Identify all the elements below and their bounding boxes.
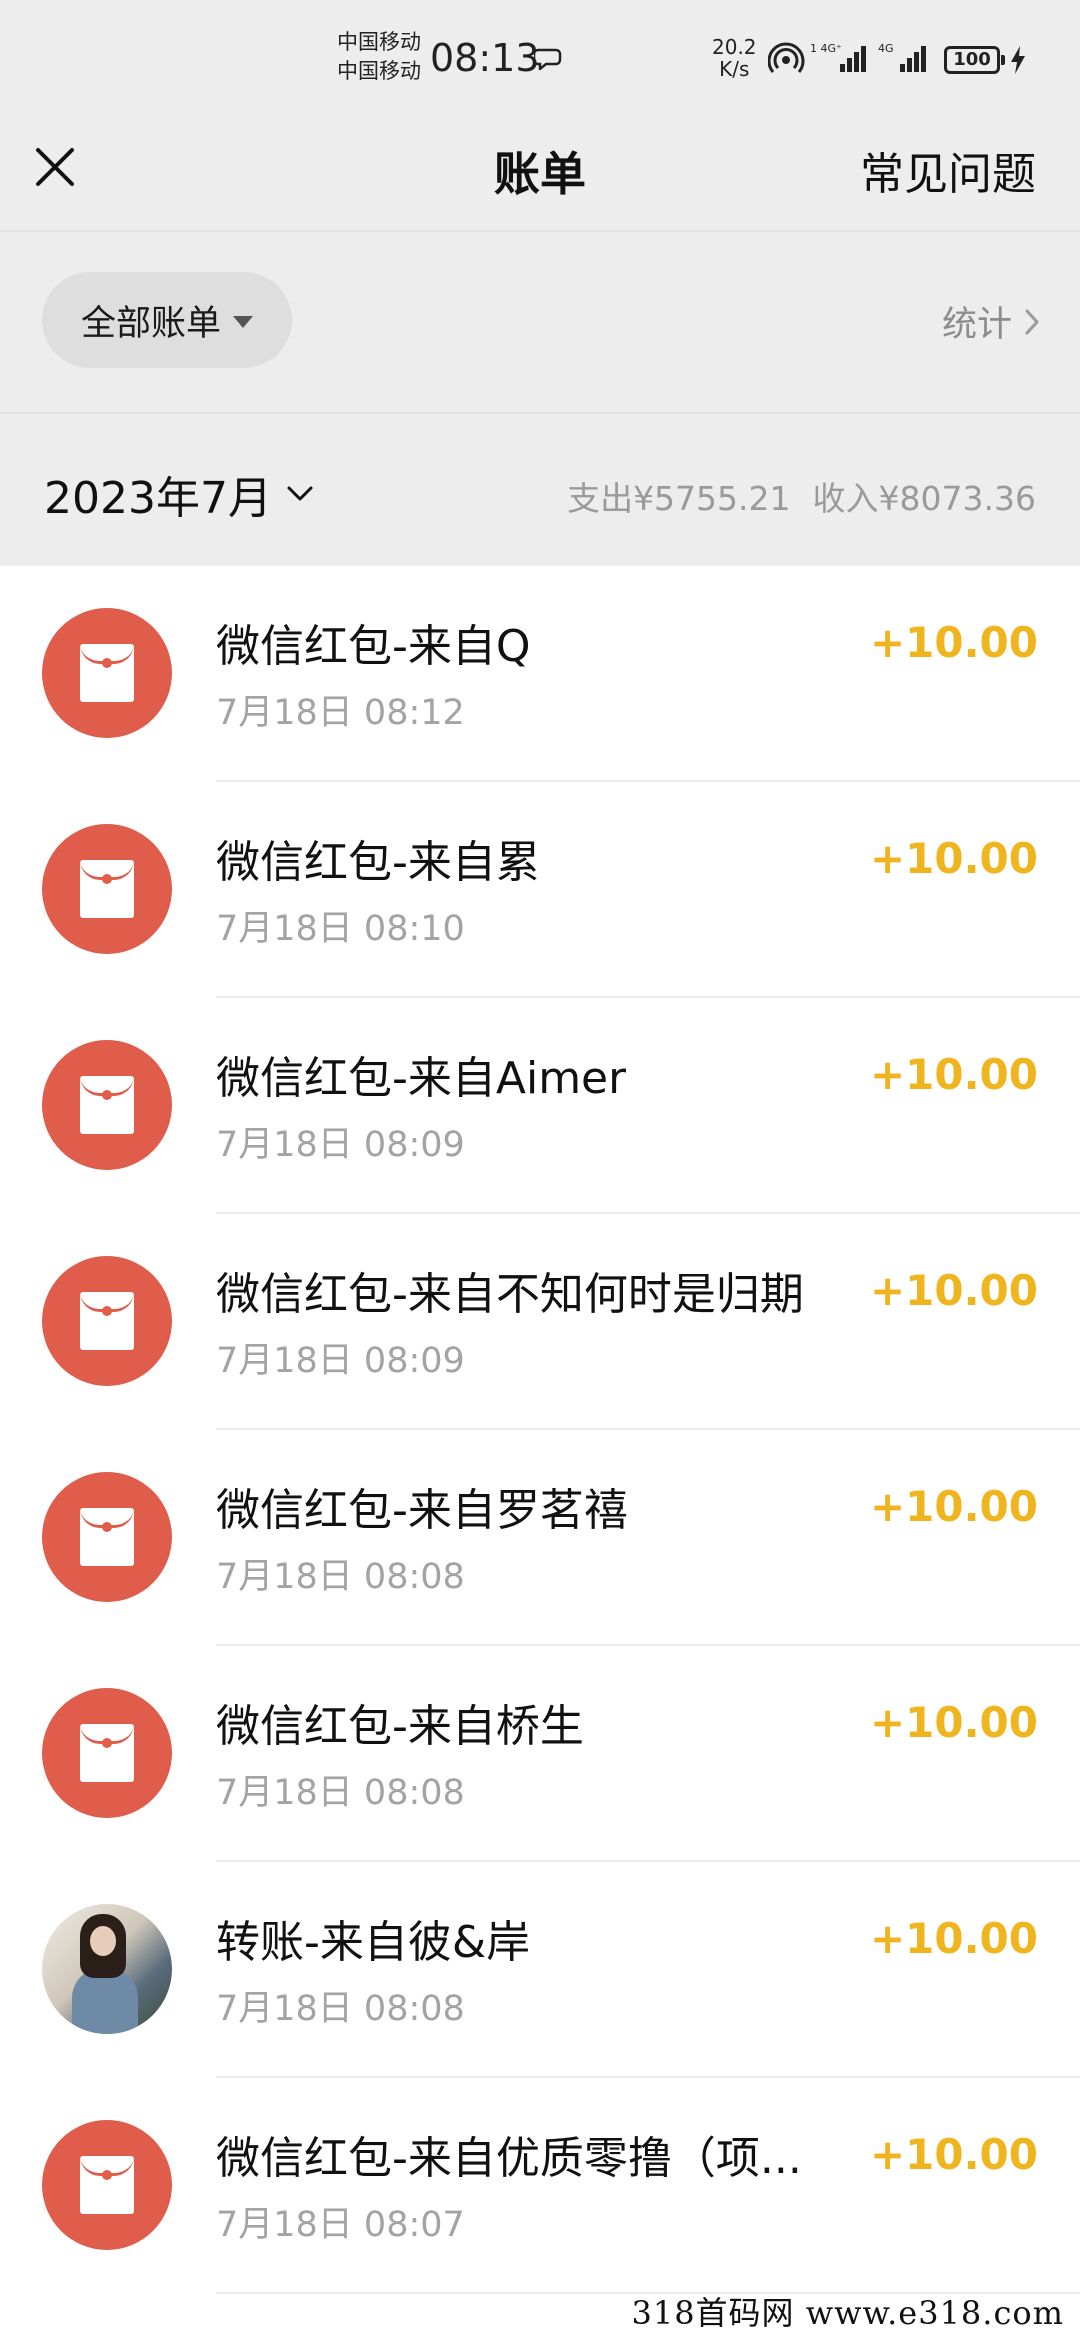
transaction-amount: +10.00 bbox=[869, 1698, 1038, 1747]
transaction-time: 7月18日 08:09 bbox=[216, 1341, 465, 1381]
transaction-amount: +10.00 bbox=[869, 1050, 1038, 1099]
transaction-amount: +10.00 bbox=[869, 1482, 1038, 1531]
red-packet-icon bbox=[42, 824, 172, 954]
red-packet-icon bbox=[42, 2120, 172, 2250]
transaction-time: 7月18日 08:08 bbox=[216, 1773, 465, 1813]
network-speed: 20.2 K/s bbox=[712, 36, 757, 80]
transaction-row[interactable]: 微信红包-来自优质零撸（项... 7月18日 08:07 +10.00 bbox=[0, 2078, 1080, 2294]
transaction-amount: +10.00 bbox=[869, 1266, 1038, 1315]
chevron-right-icon bbox=[1025, 309, 1039, 334]
transaction-row[interactable]: 微信红包-来自不知何时是归期 7月18日 08:09 +10.00 bbox=[0, 1214, 1080, 1430]
transaction-amount: +10.00 bbox=[869, 618, 1038, 667]
faq-button[interactable]: 常见问题 bbox=[860, 138, 1036, 202]
transaction-list: 微信红包-来自Q 7月18日 08:12 +10.00 微信红包-来自累 7月1… bbox=[0, 566, 1080, 2338]
transaction-row[interactable]: 微信红包-来自罗茗禧 7月18日 08:08 +10.00 bbox=[0, 1430, 1080, 1646]
transaction-time: 7月18日 08:08 bbox=[216, 1557, 465, 1597]
transaction-title: 微信红包-来自优质零撸（项... bbox=[216, 2133, 802, 2184]
transaction-title: 微信红包-来自累 bbox=[216, 837, 540, 888]
chevron-down-icon bbox=[287, 486, 313, 501]
watermark: 318首码网 www.e318.com bbox=[631, 2294, 1064, 2332]
bill-type-dropdown[interactable]: 全部账单 bbox=[42, 272, 292, 368]
carrier-labels: 中国移动 中国移动 bbox=[337, 28, 421, 86]
transaction-row[interactable]: 微信红包-来自桥生 7月18日 08:08 +10.00 bbox=[0, 1646, 1080, 1862]
battery-icon: 100 bbox=[944, 46, 1005, 74]
month-selector[interactable]: 2023年7月 bbox=[44, 462, 314, 526]
dropdown-triangle-icon bbox=[233, 316, 253, 328]
transaction-row[interactable]: 微信红包-来自Q 7月18日 08:12 +10.00 bbox=[0, 566, 1080, 782]
expense-total: 支出¥5755.21 bbox=[567, 479, 791, 518]
transaction-amount: +10.00 bbox=[869, 2130, 1038, 2179]
transaction-time: 7月18日 08:10 bbox=[216, 909, 465, 949]
bill-type-label: 全部账单 bbox=[80, 303, 221, 344]
transaction-row[interactable]: 微信红包-来自Aimer 7月18日 08:09 +10.00 bbox=[0, 998, 1080, 1214]
signal-1-icon: 1 4G⁺ bbox=[810, 42, 866, 72]
svg-text:4G: 4G bbox=[878, 42, 894, 55]
red-packet-icon bbox=[42, 608, 172, 738]
transaction-time: 7月18日 08:08 bbox=[216, 1989, 465, 2029]
transaction-title: 微信红包-来自Aimer bbox=[216, 1053, 627, 1104]
transaction-time: 7月18日 08:12 bbox=[216, 693, 465, 733]
transaction-title: 微信红包-来自桥生 bbox=[216, 1701, 584, 1752]
red-packet-icon bbox=[42, 1256, 172, 1386]
svg-text:1 4G⁺: 1 4G⁺ bbox=[810, 42, 842, 55]
red-packet-icon bbox=[42, 1040, 172, 1170]
transaction-time: 7月18日 08:09 bbox=[216, 1125, 465, 1165]
stats-label: 统计 bbox=[941, 305, 1012, 345]
signal-2-icon: 4G bbox=[878, 42, 926, 72]
transaction-time: 7月18日 08:07 bbox=[216, 2205, 465, 2245]
charging-icon bbox=[1011, 46, 1025, 74]
month-label: 2023年7月 bbox=[44, 473, 272, 524]
transaction-title: 微信红包-来自罗茗禧 bbox=[216, 1485, 628, 1536]
income-total: 收入¥8073.36 bbox=[812, 479, 1036, 518]
transaction-amount: +10.00 bbox=[869, 834, 1038, 883]
month-summary-bar: 2023年7月 支出¥5755.21 收入¥8073.36 bbox=[0, 414, 1080, 564]
status-time: 08:13 bbox=[430, 36, 540, 80]
red-packet-icon bbox=[42, 1688, 172, 1818]
status-bar: 中国移动 中国移动 08:13 20.2 K/s 1 4G⁺ 4G 100 bbox=[0, 0, 1080, 120]
hotspot-icon bbox=[768, 42, 805, 73]
transaction-amount: +10.00 bbox=[869, 1914, 1038, 1963]
title-bar: 账单 常见问题 bbox=[0, 120, 1080, 232]
transaction-title: 微信红包-来自Q bbox=[216, 621, 531, 672]
speed-unit: K/s bbox=[719, 57, 750, 81]
carrier-2: 中国移动 bbox=[337, 59, 421, 83]
month-totals: 支出¥5755.21 收入¥8073.36 bbox=[567, 472, 1036, 520]
transaction-row[interactable]: 微信红包-来自累 7月18日 08:10 +10.00 bbox=[0, 782, 1080, 998]
stats-button[interactable]: 统计 bbox=[942, 296, 1040, 347]
transaction-title: 微信红包-来自不知何时是归期 bbox=[216, 1269, 804, 1320]
transaction-title: 转账-来自彼&岸 bbox=[216, 1917, 531, 1968]
message-notification-icon bbox=[534, 48, 562, 70]
carrier-1: 中国移动 bbox=[337, 30, 421, 54]
speed-value: 20.2 bbox=[712, 35, 757, 59]
filter-bar: 全部账单 统计 bbox=[0, 232, 1080, 414]
red-packet-icon bbox=[42, 1472, 172, 1602]
transaction-row[interactable]: 转账-来自彼&岸 7月18日 08:08 +10.00 bbox=[0, 1862, 1080, 2078]
user-avatar bbox=[42, 1904, 172, 2034]
